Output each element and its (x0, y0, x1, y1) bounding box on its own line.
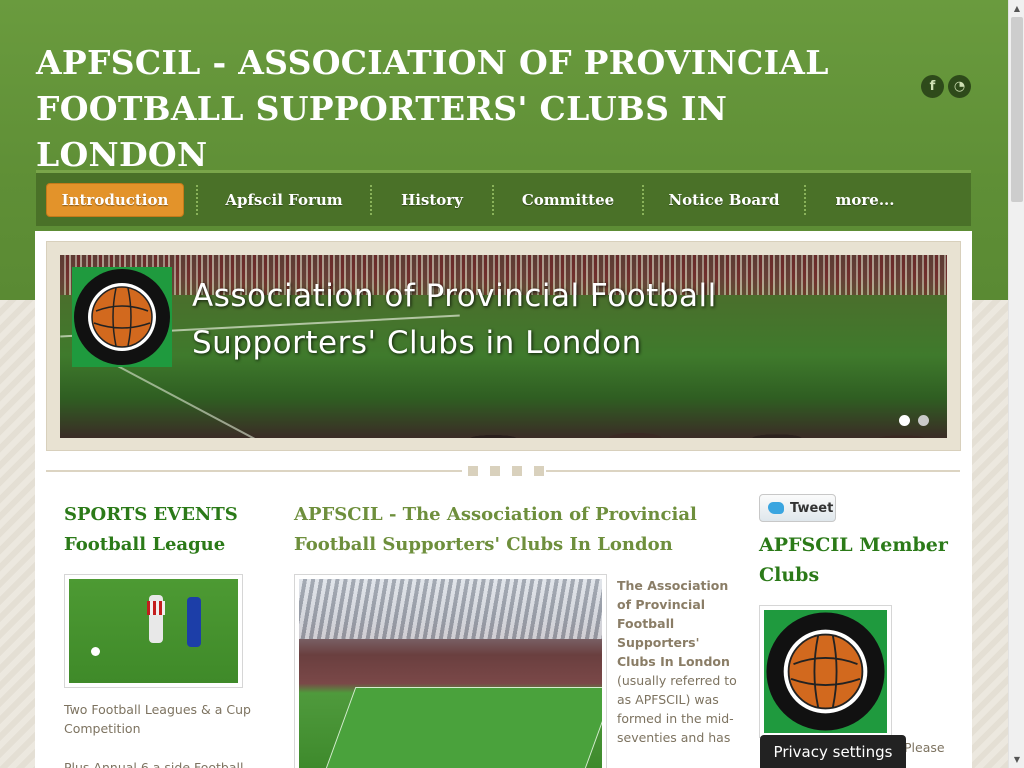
vertical-scrollbar[interactable]: ▲ ▼ (1008, 0, 1024, 768)
article-intro-bold: The Association of Provincial Football S… (617, 578, 730, 669)
nav-item-forum[interactable]: Apfscil Forum (198, 183, 370, 217)
football-icon (91, 647, 100, 656)
twitter-bird-icon (768, 502, 784, 514)
nav-item-more[interactable]: more... (806, 183, 924, 217)
slide-indicators (899, 415, 929, 426)
apfscil-logo-icon (74, 269, 170, 365)
article-intro-rest: (usually referred to as APFSCIL) was for… (617, 673, 737, 745)
facebook-icon[interactable]: f (921, 75, 944, 98)
site-title[interactable]: APFSCIL - ASSOCIATION OF PROVINCIAL FOOT… (36, 40, 896, 178)
banner-title: Association of Provincial Football Suppo… (192, 278, 717, 361)
rss-icon[interactable]: ◔ (948, 75, 971, 98)
nav-item-committee[interactable]: Committee (494, 183, 642, 217)
slide-dot[interactable] (918, 415, 929, 426)
player-shirt (147, 601, 165, 615)
privacy-settings-button[interactable]: Privacy settings (760, 735, 906, 768)
six-a-side-description: Plus Annual 6 a side Football (64, 760, 244, 768)
tweet-button[interactable]: Tweet (759, 494, 836, 522)
stadium-roof (299, 579, 602, 639)
league-description: Two Football Leagues & a Cup Competition (64, 702, 251, 736)
nav-item-history[interactable]: History (372, 183, 492, 217)
social-links: f ◔ (921, 75, 971, 98)
football-league-image[interactable] (64, 574, 243, 688)
left-column-text: Two Football Leagues & a Cup Competition… (64, 700, 254, 768)
article-heading: APFSCIL - The Association of Provincial … (294, 504, 697, 555)
banner-spectators (380, 378, 947, 438)
member-clubs-logo[interactable] (759, 605, 892, 738)
stadium-pitch (322, 687, 602, 768)
nav-item-introduction[interactable]: Introduction (46, 182, 184, 217)
wembley-stadium-image[interactable] (294, 574, 607, 768)
scroll-down-arrow-icon[interactable]: ▼ (1009, 751, 1024, 768)
scroll-up-arrow-icon[interactable]: ▲ (1009, 0, 1024, 17)
apfscil-logo-icon (766, 612, 885, 731)
middle-column: APFSCIL - The Association of Provincial … (294, 500, 734, 560)
article-intro: The Association of Provincial Football S… (617, 576, 737, 747)
scroll-thumb[interactable] (1011, 17, 1023, 202)
left-column-heading: SPORTS EVENTS Football League (64, 504, 238, 555)
banner-logo (72, 267, 172, 367)
main-navigation: Introduction Apfscil Forum History Commi… (36, 170, 971, 226)
divider-ornament (462, 466, 546, 476)
right-column-text: Please (904, 740, 945, 755)
left-column: SPORTS EVENTS Football League (64, 500, 264, 560)
right-column: APFSCIL Member Clubs (759, 530, 959, 590)
nav-item-notice-board[interactable]: Notice Board (644, 183, 804, 217)
member-clubs-heading: APFSCIL Member Clubs (759, 534, 948, 586)
slide-dot-active[interactable] (899, 415, 910, 426)
tweet-label: Tweet (790, 500, 834, 516)
player-figure (187, 597, 201, 647)
